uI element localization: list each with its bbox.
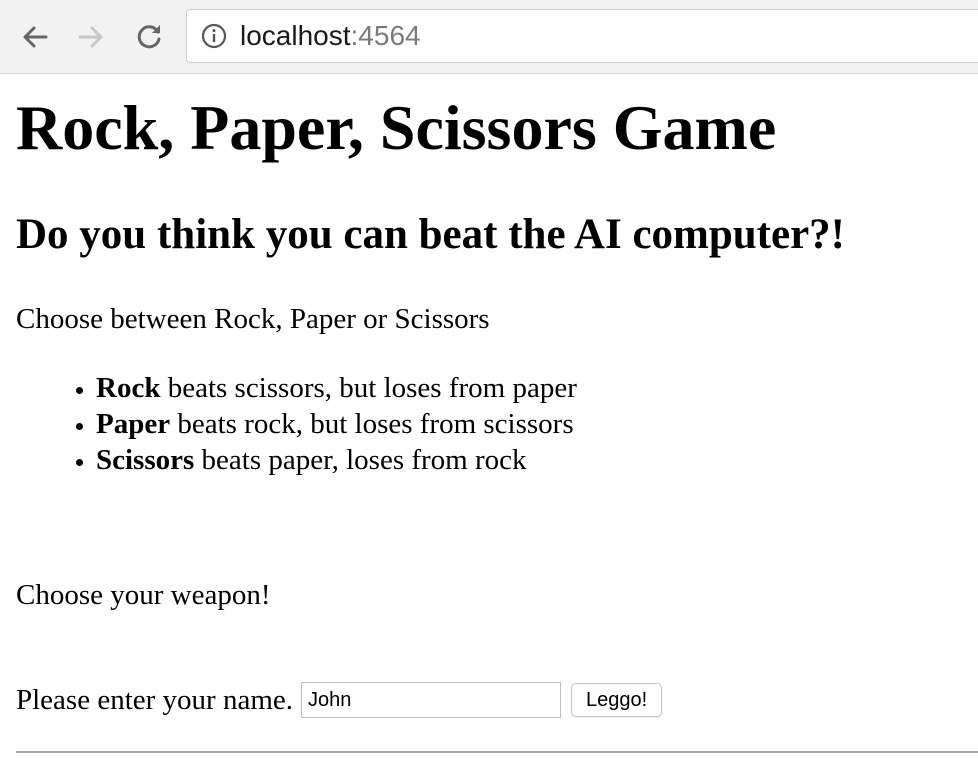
page-title: Rock, Paper, Scissors Game	[16, 92, 777, 163]
intro-text: Choose between Rock, Paper or Scissors	[16, 303, 490, 335]
reload-button[interactable]	[131, 19, 167, 55]
name-input[interactable]	[301, 682, 562, 718]
list-item: Scissors beats paper, loses from rock	[96, 442, 577, 478]
reload-icon	[137, 25, 161, 49]
rule-text: beats paper, loses from rock	[194, 444, 527, 476]
rule-text: beats rock, but loses from scissors	[170, 408, 574, 440]
forward-arrow-icon	[78, 26, 103, 48]
name-label: Please enter your name.	[16, 683, 294, 716]
rule-text: beats scissors, but loses from paper	[160, 372, 577, 404]
rules-list: Rock beats scissors, but loses from pape…	[16, 370, 577, 478]
rule-name: Scissors	[96, 444, 195, 476]
submit-button[interactable]: Leggo!	[571, 683, 663, 717]
list-item: Paper beats rock, but loses from scissor…	[96, 406, 577, 442]
back-button[interactable]	[17, 19, 53, 55]
divider	[16, 751, 978, 753]
forward-button[interactable]	[73, 19, 109, 55]
name-form: Please enter your name. Leggo!	[16, 682, 663, 718]
list-item: Rock beats scissors, but loses from pape…	[96, 370, 577, 406]
info-icon[interactable]	[200, 22, 228, 50]
address-bar[interactable]: localhost:4564	[186, 9, 978, 63]
url-port: :4564	[350, 20, 421, 51]
back-arrow-icon	[23, 26, 48, 48]
browser-toolbar: localhost:4564	[0, 0, 978, 74]
rule-name: Rock	[96, 372, 161, 404]
url-host: localhost	[240, 20, 351, 51]
rule-name: Paper	[96, 408, 171, 440]
page-subtitle: Do you think you can beat the AI compute…	[16, 211, 845, 258]
weapon-prompt: Choose your weapon!	[16, 579, 271, 611]
